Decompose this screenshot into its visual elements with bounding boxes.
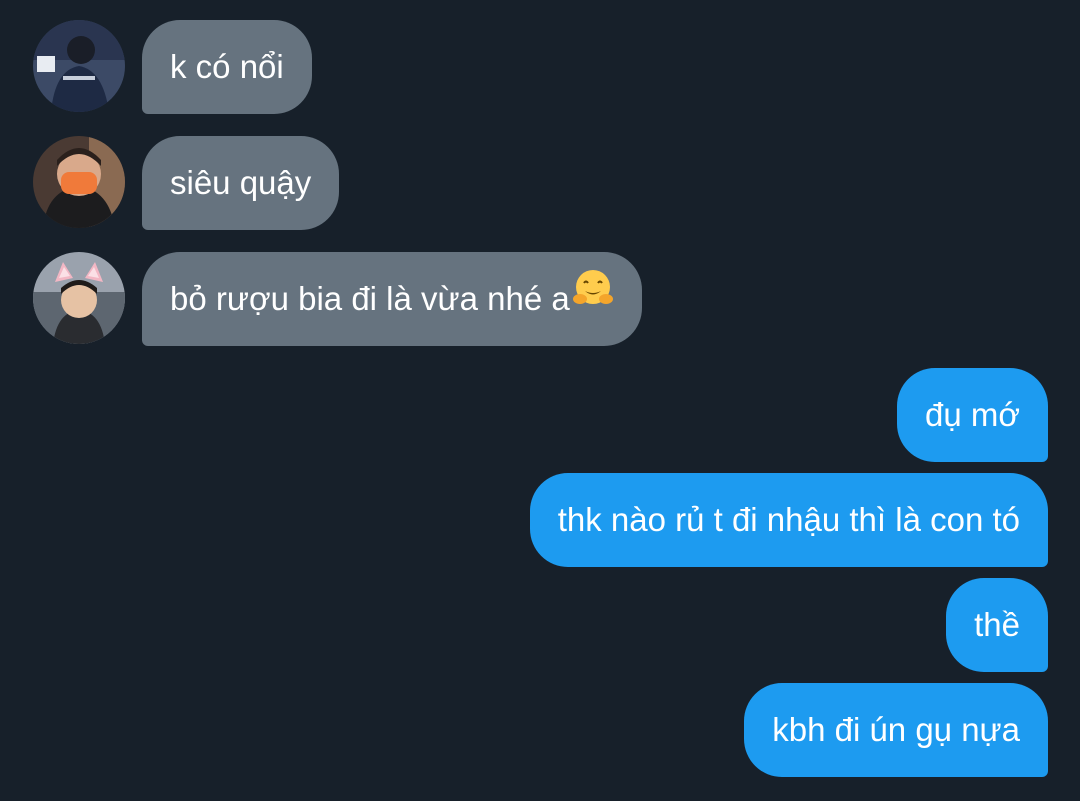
avatar-photo-1-icon	[33, 20, 125, 112]
message-text: đụ mớ	[924, 396, 1020, 433]
avatar-photo-3-icon	[33, 252, 125, 344]
hugging-face-emoji-icon	[572, 251, 614, 345]
outgoing-message-bubble[interactable]: thề	[946, 578, 1048, 672]
message-text: siêu quậy	[170, 164, 312, 201]
outgoing-message-bubble[interactable]: thk nào rủ t đi nhậu thì là con tó	[529, 473, 1048, 567]
message-text: k có nổi	[170, 48, 284, 85]
incoming-message-bubble[interactable]: bỏ rượu bia đi là vừa nhé a	[142, 252, 642, 346]
outgoing-message-bubble[interactable]: đụ mớ	[896, 368, 1048, 462]
message-text: bỏ rượu bia đi là vừa nhé a	[170, 280, 570, 317]
avatar-photo-2-icon	[33, 136, 125, 228]
message-text: thề	[974, 606, 1020, 643]
incoming-message-bubble[interactable]: siêu quậy	[142, 136, 340, 230]
outgoing-message-bubble[interactable]: kbh đi ún gụ nựa	[744, 683, 1048, 777]
avatar[interactable]	[33, 136, 125, 228]
incoming-message-bubble[interactable]: k có nổi	[142, 20, 312, 114]
message-text: thk nào rủ t đi nhậu thì là con tó	[557, 501, 1020, 538]
avatar[interactable]	[33, 252, 125, 344]
message-text: kbh đi ún gụ nựa	[772, 711, 1020, 748]
avatar[interactable]	[33, 20, 125, 112]
